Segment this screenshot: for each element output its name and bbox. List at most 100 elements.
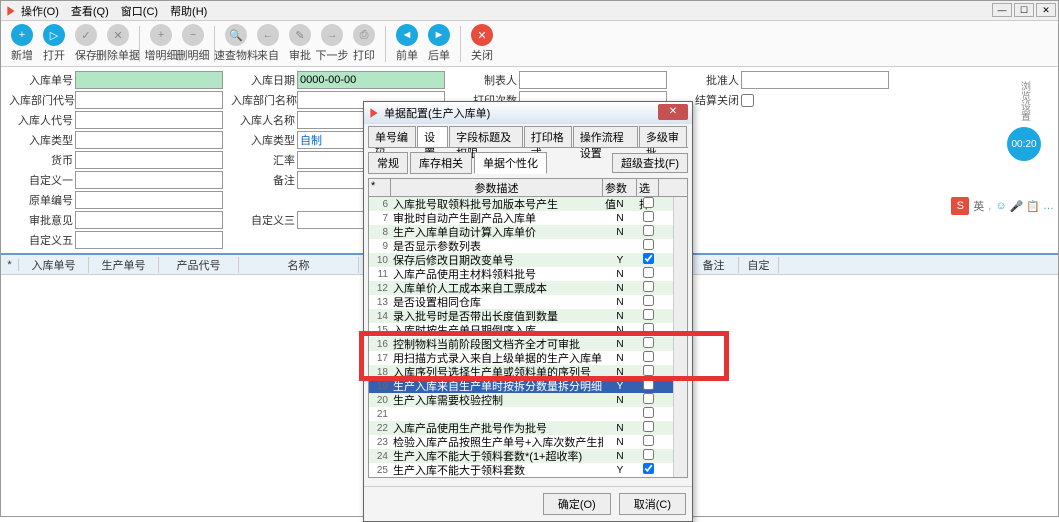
param-row[interactable]: 16控制物料当前阶段图文档齐全才可审批N	[369, 337, 687, 351]
param-row[interactable]: 17用扫描方式录入来自上级单据的生产入库单N	[369, 351, 687, 365]
param-check[interactable]	[643, 435, 654, 446]
tb-打开[interactable]: ▷打开	[39, 24, 69, 63]
param-row[interactable]: 22入库产品使用生产批号作为批号N	[369, 421, 687, 435]
inp-制表人[interactable]	[519, 71, 667, 89]
tb-审批[interactable]: ✎审批	[285, 24, 315, 63]
param-row[interactable]: 19生产入库来自生产单时按拆分数量拆分明细Y	[369, 379, 687, 393]
param-row[interactable]: 25生产入库不能大于领料套数Y	[369, 463, 687, 477]
inp-入库部门代号[interactable]	[75, 91, 223, 109]
tb-新增[interactable]: +新增	[7, 24, 37, 63]
param-check[interactable]	[643, 463, 654, 474]
param-row[interactable]: 24生产入库不能大于领料套数*(1+超收率)N	[369, 449, 687, 463]
col-入库单号[interactable]: 入库单号	[19, 257, 89, 273]
tb-后单[interactable]: ►后单	[424, 24, 454, 63]
param-check[interactable]	[643, 337, 654, 348]
subtab-常规[interactable]: 常规	[368, 152, 408, 174]
param-row[interactable]: 12入库单价人工成本来自工票成本N	[369, 281, 687, 295]
super-find-button[interactable]: 超级查找(F)	[612, 153, 688, 173]
chk-结算关闭[interactable]	[741, 94, 754, 107]
param-check[interactable]	[643, 281, 654, 292]
cancel-button[interactable]: 取消(C)	[619, 493, 686, 515]
tb-关闭[interactable]: ✕关闭	[467, 24, 497, 63]
param-check[interactable]	[643, 393, 654, 404]
param-row[interactable]: 6入库批号取领料批号加版本号产生N	[369, 197, 687, 211]
param-check[interactable]	[643, 267, 654, 278]
param-check[interactable]	[643, 197, 654, 208]
menu-help[interactable]: 帮助(H)	[170, 3, 207, 19]
ok-button[interactable]: 确定(O)	[543, 493, 611, 515]
param-row[interactable]: 10保存后修改日期改变单号Y	[369, 253, 687, 267]
inp-自定义一[interactable]	[75, 171, 223, 189]
tab-单号编码[interactable]: 单号编码	[368, 126, 416, 147]
subtab-库存相关[interactable]: 库存相关	[410, 152, 472, 174]
tb-下一步[interactable]: →下一步	[317, 24, 347, 63]
col-产品代号[interactable]: 产品代号	[159, 257, 239, 273]
ime-icon[interactable]: S	[951, 197, 969, 215]
param-row[interactable]: 20生产入库需要校验控制N	[369, 393, 687, 407]
param-row[interactable]: 21	[369, 407, 687, 421]
param-row[interactable]: 11入库产品使用主材料领料批号N	[369, 267, 687, 281]
timer-widget[interactable]: 00:20	[1007, 127, 1041, 161]
tab-字段标题及权限[interactable]: 字段标题及权限	[449, 126, 523, 147]
col-*[interactable]: *	[1, 259, 19, 271]
tb-速查物料[interactable]: 🔍速查物料	[221, 24, 251, 63]
param-row[interactable]: 8生产入库单自动计算入库单价N	[369, 225, 687, 239]
param-row[interactable]: 18入库序列号选择生产单或领料单的序列号N	[369, 365, 687, 379]
param-row[interactable]: 9是否显示参数列表	[369, 239, 687, 253]
max-button[interactable]: ☐	[1014, 3, 1034, 17]
param-row[interactable]: 7审批时自动产生副产品入库单N	[369, 211, 687, 225]
scrollbar[interactable]	[673, 197, 687, 477]
param-check[interactable]	[643, 225, 654, 236]
tb-删除单据[interactable]: ✕删除单据	[103, 24, 133, 63]
inp-货币[interactable]	[75, 151, 223, 169]
ime-tool-icon[interactable]: ☺	[995, 200, 1006, 213]
inp-审批意见[interactable]	[75, 211, 223, 229]
ime-tool-icon[interactable]: …	[1043, 200, 1054, 213]
param-check[interactable]	[643, 407, 654, 418]
param-row[interactable]: 23检验入库产品按照生产单号+入库次数产生批号N	[369, 435, 687, 449]
inp-入库人代号[interactable]	[75, 111, 223, 129]
param-check[interactable]	[643, 421, 654, 432]
param-check[interactable]	[643, 365, 654, 376]
tb-打印[interactable]: ⎙打印	[349, 24, 379, 63]
col-自定[interactable]: 自定	[739, 257, 779, 273]
menu-view[interactable]: 查看(Q)	[71, 3, 109, 19]
inp-入库类型1[interactable]	[75, 131, 223, 149]
tab-操作流程设置[interactable]: 操作流程设置	[573, 126, 638, 147]
param-row[interactable]: 15入库时按生产单日期倒序入库N	[369, 323, 687, 337]
param-row[interactable]: 14录入批号时是否带出长度值到数量N	[369, 309, 687, 323]
param-check[interactable]	[643, 323, 654, 334]
param-check[interactable]	[643, 379, 654, 390]
col-名称[interactable]: 名称	[239, 257, 359, 273]
tb-来自[interactable]: ←来自	[253, 24, 283, 63]
ime-tool-icon[interactable]: 📋	[1026, 200, 1040, 213]
close-button[interactable]: ✕	[1036, 3, 1056, 17]
inp-入库单号[interactable]	[75, 71, 223, 89]
inp-批准人[interactable]	[741, 71, 889, 89]
ime-tool-icon[interactable]: 🎤	[1010, 200, 1024, 213]
dialog-close-button[interactable]: ✕	[658, 104, 688, 120]
param-check[interactable]	[643, 309, 654, 320]
col-生产单号[interactable]: 生产单号	[89, 257, 159, 273]
param-check[interactable]	[643, 295, 654, 306]
tb-删明细[interactable]: −删明细	[178, 24, 208, 63]
col-备注[interactable]: 备注	[689, 257, 739, 273]
tb-前单[interactable]: ◄前单	[392, 24, 422, 63]
tab-多级审批[interactable]: 多级审批	[639, 126, 687, 147]
param-row[interactable]: 13是否设置相同仓库N	[369, 295, 687, 309]
param-check[interactable]	[643, 449, 654, 460]
subtab-单据个性化[interactable]: 单据个性化	[474, 152, 547, 174]
tab-设置[interactable]: 设置	[417, 126, 448, 147]
min-button[interactable]: —	[992, 3, 1012, 17]
inp-自定义五[interactable]	[75, 231, 223, 249]
param-check[interactable]	[643, 351, 654, 362]
menu-win[interactable]: 窗口(C)	[121, 3, 158, 19]
param-check[interactable]	[643, 211, 654, 222]
tab-打印格式[interactable]: 打印格式	[524, 126, 572, 147]
inp-原单编号[interactable]	[75, 191, 223, 209]
param-check[interactable]	[643, 239, 654, 250]
menu-op[interactable]: 操作(O)	[21, 3, 59, 19]
param-check[interactable]	[643, 253, 654, 264]
tb-增明细[interactable]: +增明细	[146, 24, 176, 63]
inp-入库日期[interactable]	[297, 71, 445, 89]
